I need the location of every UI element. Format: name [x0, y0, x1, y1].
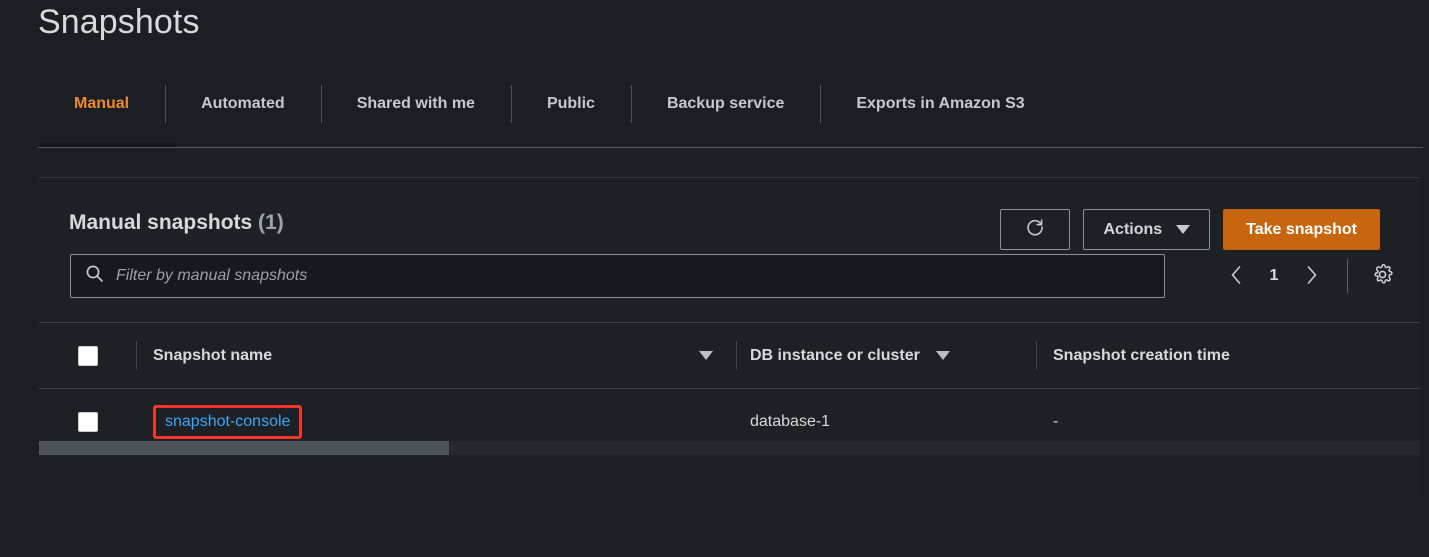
panel-title: Manual snapshots (1) [69, 211, 284, 235]
pagination-divider [1347, 259, 1348, 293]
tab-label: Manual [74, 95, 130, 112]
tab-label: Shared with me [356, 95, 475, 112]
horizontal-scrollbar[interactable] [39, 441, 1420, 455]
snapshots-page: Snapshots Manual Automated Shared with m… [0, 0, 1429, 557]
table-header-row: Snapshot name DB instance or cluster Sna… [39, 323, 1420, 389]
gear-icon [1371, 263, 1394, 289]
refresh-button[interactable] [1000, 209, 1071, 250]
refresh-icon [1025, 217, 1045, 242]
manual-snapshots-panel: Manual snapshots (1) Actions Take snapsh… [39, 177, 1420, 498]
search-box[interactable] [70, 254, 1165, 298]
column-header-creation-time[interactable]: Snapshot creation time [1037, 323, 1420, 388]
tab-label: Exports in Amazon S3 [856, 95, 1025, 112]
panel-title-count: (1) [258, 211, 284, 234]
table-preferences-button[interactable] [1362, 256, 1402, 296]
horizontal-scrollbar-thumb[interactable] [39, 441, 449, 455]
chevron-right-icon [1304, 264, 1320, 289]
actions-label: Actions [1103, 220, 1163, 238]
panel-header-actions: Actions Take snapshot [1000, 209, 1380, 250]
previous-page-button[interactable] [1215, 256, 1257, 296]
actions-dropdown-button[interactable]: Actions [1083, 209, 1211, 250]
chevron-left-icon [1228, 264, 1244, 289]
snapshots-table: Snapshot name DB instance or cluster Sna… [39, 322, 1420, 455]
next-page-button[interactable] [1291, 256, 1333, 296]
pagination: 1 [1215, 256, 1402, 296]
tab-shared-with-me[interactable]: Shared with me [320, 78, 511, 130]
highlight-annotation: snapshot-console [153, 404, 303, 439]
panel-title-text: Manual snapshots [69, 211, 253, 234]
tab-list: Manual Automated Shared with me Public B… [38, 78, 1061, 130]
column-label: Snapshot name [153, 346, 273, 364]
take-snapshot-button[interactable]: Take snapshot [1223, 209, 1380, 250]
db-instance-value: database-1 [750, 412, 831, 430]
tab-backup-service[interactable]: Backup service [630, 78, 820, 130]
select-all-cell [39, 323, 137, 388]
tabs-divider [38, 147, 1423, 148]
tabs-bar: Manual Automated Shared with me Public B… [0, 78, 1429, 148]
row-checkbox[interactable] [78, 411, 98, 432]
search-input[interactable] [116, 267, 1150, 285]
select-all-checkbox[interactable] [78, 345, 98, 366]
tab-public[interactable]: Public [510, 78, 631, 130]
tab-label: Public [546, 95, 595, 112]
column-label: Snapshot creation time [1053, 346, 1230, 364]
sort-descending-icon [699, 351, 713, 360]
snapshot-name-link[interactable]: snapshot-console [165, 412, 290, 432]
column-label: DB instance or cluster [750, 346, 920, 364]
search-icon [85, 264, 104, 288]
creation-time-value: - [1053, 412, 1059, 430]
tab-exports-in-amazon-s3[interactable]: Exports in Amazon S3 [820, 78, 1060, 130]
tab-label: Automated [201, 95, 285, 112]
page-title: Snapshots [38, 3, 200, 41]
filter-row: 1 [39, 254, 1420, 322]
tab-manual[interactable]: Manual [38, 78, 165, 130]
sort-descending-icon [935, 351, 950, 360]
tab-automated[interactable]: Automated [165, 78, 321, 130]
page-number[interactable]: 1 [1257, 256, 1291, 296]
column-header-snapshot-name[interactable]: Snapshot name [137, 323, 737, 388]
column-header-db-instance[interactable]: DB instance or cluster [737, 323, 1037, 388]
tab-label: Backup service [666, 95, 785, 112]
panel-header: Manual snapshots (1) Actions Take snapsh… [39, 178, 1420, 254]
chevron-down-icon [1176, 225, 1191, 234]
